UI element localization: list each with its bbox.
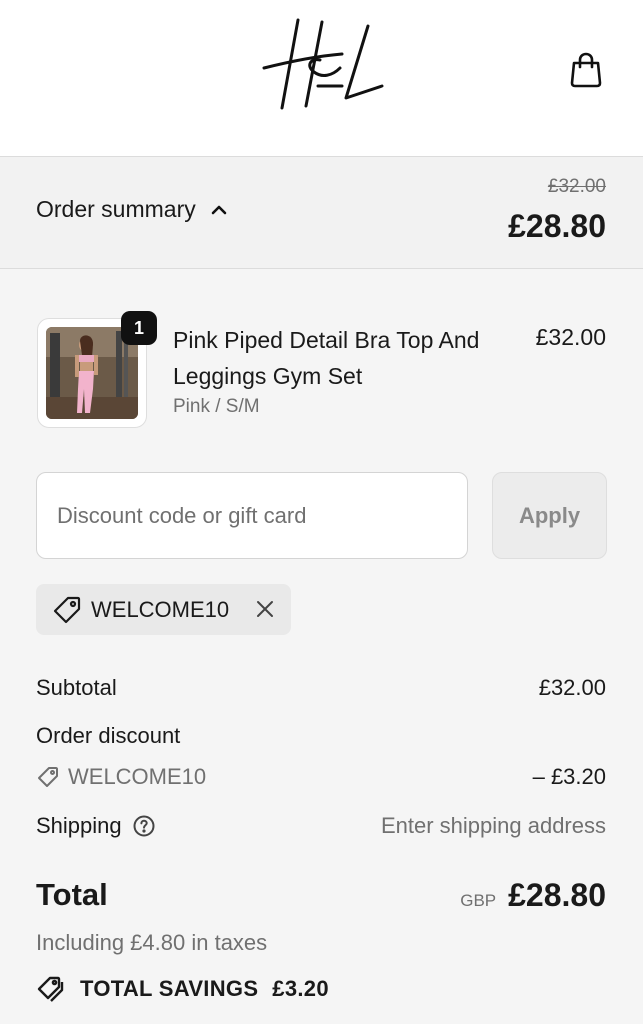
shipping-label: Shipping bbox=[36, 813, 122, 838]
apply-button[interactable]: Apply bbox=[492, 472, 607, 559]
order-summary-toggle[interactable]: Order summary bbox=[36, 196, 228, 223]
shipping-value: Enter shipping address bbox=[380, 813, 606, 838]
subtotal-label: Subtotal bbox=[36, 675, 117, 700]
brand-logo[interactable] bbox=[258, 14, 388, 122]
site-header bbox=[0, 0, 643, 157]
currency-code: GBP bbox=[460, 891, 497, 910]
order-discount-label: Order discount bbox=[36, 723, 181, 748]
shopping-bag-icon[interactable] bbox=[566, 50, 606, 90]
order-summary-label: Order summary bbox=[36, 196, 196, 222]
tags-icon bbox=[37, 976, 64, 1002]
subtotal-value: £32.00 bbox=[538, 675, 606, 700]
original-total: £32.00 bbox=[547, 176, 606, 197]
product-price: £32.00 bbox=[535, 324, 606, 350]
applied-code-label: WELCOME10 bbox=[91, 596, 230, 622]
total-label: Total bbox=[36, 877, 108, 912]
total-amount: £28.80 bbox=[508, 877, 606, 913]
help-circle-icon[interactable] bbox=[132, 814, 156, 838]
summary-total: £28.80 bbox=[508, 208, 606, 244]
shipping-row-label: Shipping bbox=[36, 813, 156, 839]
total-savings: TOTAL SAVINGS £3.20 bbox=[36, 974, 329, 1004]
discount-code-input[interactable] bbox=[36, 472, 468, 559]
chevron-up-icon bbox=[211, 205, 227, 214]
taxes-note: Including £4.80 in taxes bbox=[36, 930, 268, 955]
tag-icon bbox=[38, 767, 58, 787]
total-value-group: GBP £28.80 bbox=[460, 877, 606, 914]
order-discount-code-text: WELCOME10 bbox=[68, 764, 207, 789]
product-name: Pink Piped Detail Bra Top And Leggings G… bbox=[173, 327, 480, 389]
product-variant: Pink / S/M bbox=[173, 396, 260, 417]
tag-icon bbox=[53, 596, 81, 623]
applied-discount-chip: WELCOME10 bbox=[36, 584, 291, 635]
savings-label: TOTAL SAVINGS bbox=[80, 976, 259, 1001]
remove-code-icon[interactable] bbox=[253, 597, 277, 621]
order-discount-code: WELCOME10 bbox=[36, 764, 206, 790]
quantity-badge: 1 bbox=[121, 311, 157, 345]
savings-value: £3.20 bbox=[272, 976, 329, 1001]
order-discount-value: – £3.20 bbox=[532, 764, 606, 789]
